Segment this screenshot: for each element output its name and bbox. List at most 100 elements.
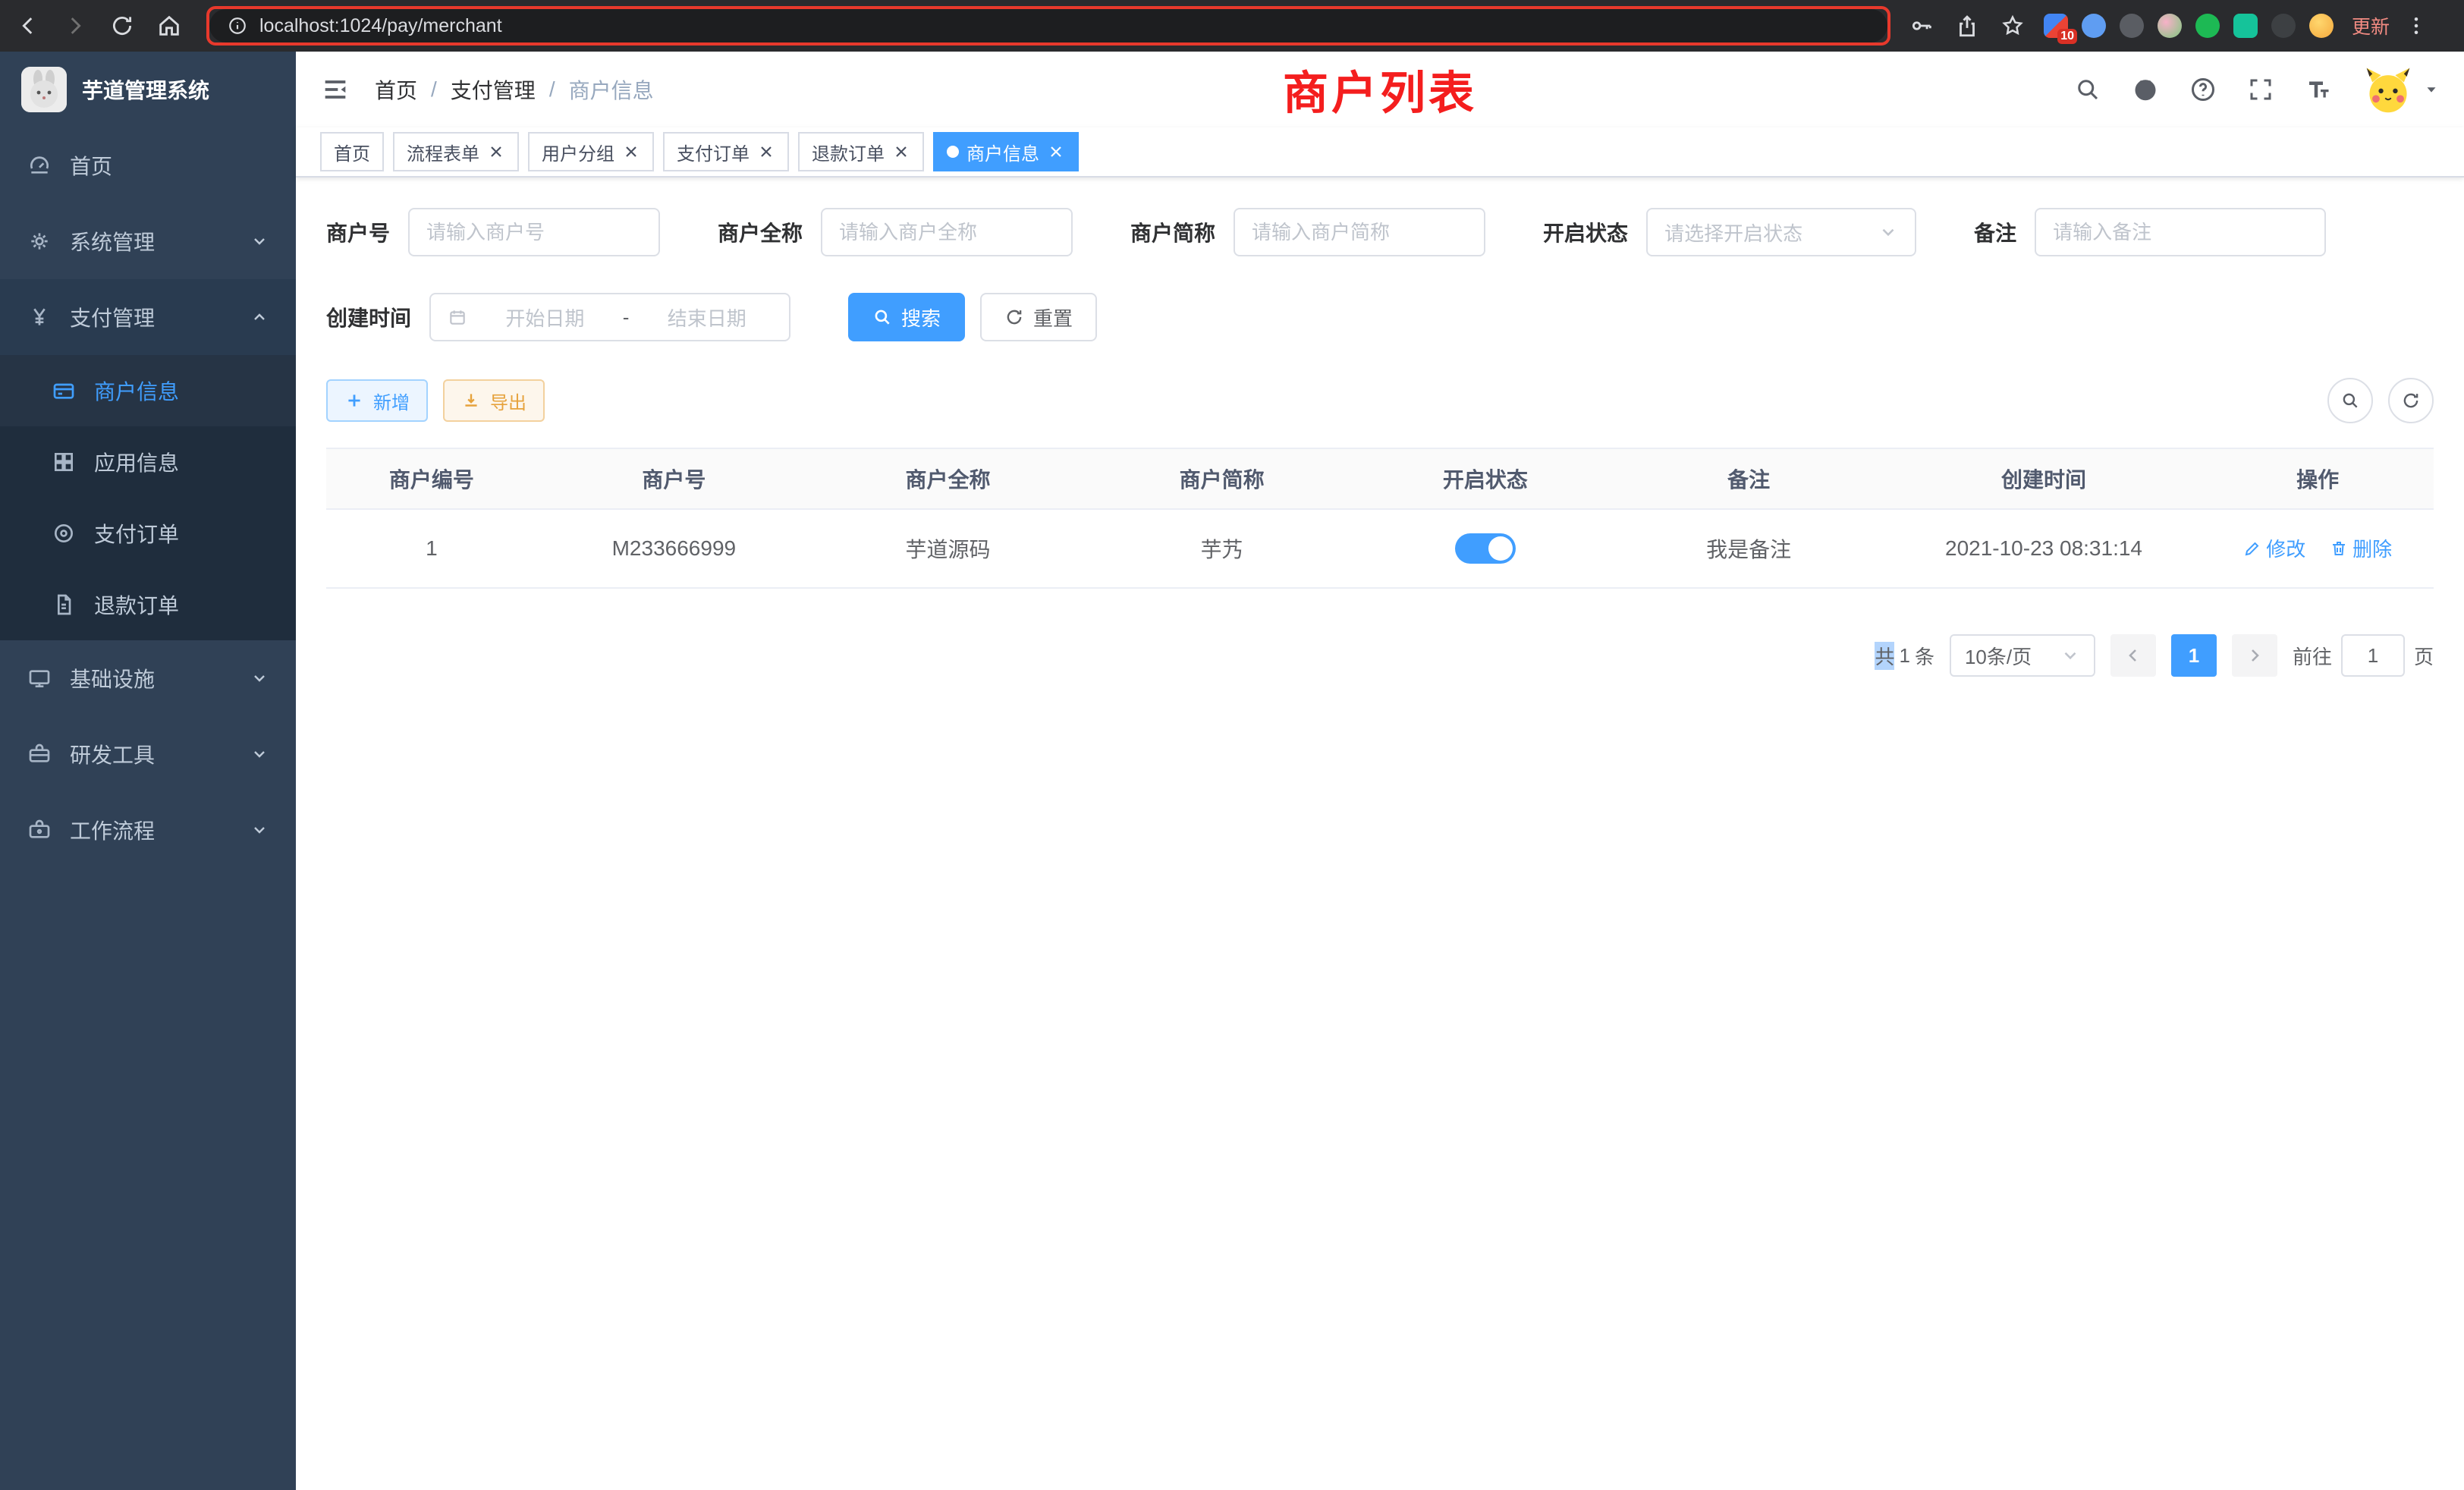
sidebar-item-devtools[interactable]: 研发工具 <box>0 716 296 792</box>
delete-button[interactable]: 删除 <box>2330 534 2392 562</box>
sidebar-item-workflow[interactable]: 工作流程 <box>0 792 296 868</box>
share-icon[interactable] <box>1954 13 1980 39</box>
close-icon[interactable] <box>622 143 640 161</box>
extension-icon[interactable] <box>2082 14 2106 38</box>
breadcrumb-current: 商户信息 <box>569 74 654 105</box>
browser-menu-icon[interactable] <box>2405 14 2428 37</box>
page-size-select[interactable]: 10条/页 <box>1950 634 2095 677</box>
toggle-search-button[interactable] <box>2327 378 2373 423</box>
tab-user-group[interactable]: 用户分组 <box>528 132 654 171</box>
sidebar-item-home[interactable]: 首页 <box>0 127 296 203</box>
sidebar-item-system[interactable]: 系统管理 <box>0 203 296 279</box>
reload-icon[interactable] <box>109 13 135 39</box>
target-icon <box>52 521 76 545</box>
user-avatar[interactable] <box>2362 64 2440 115</box>
sidebar-item-app-info[interactable]: 应用信息 <box>0 426 296 498</box>
breadcrumb-separator: / <box>431 77 437 102</box>
reset-button[interactable]: 重置 <box>980 293 1097 341</box>
sidebar-item-label: 支付管理 <box>70 302 155 332</box>
sidebar-item-refund-order[interactable]: 退款订单 <box>0 569 296 640</box>
github-icon[interactable] <box>2132 76 2159 103</box>
tab-label: 用户分组 <box>542 139 614 165</box>
chevron-down-icon <box>2060 646 2080 665</box>
remark-input[interactable] <box>2053 209 2308 255</box>
close-icon[interactable] <box>487 143 505 161</box>
refresh-table-button[interactable] <box>2388 378 2434 423</box>
tab-refund-order[interactable]: 退款订单 <box>798 132 924 171</box>
credit-card-icon <box>52 379 76 403</box>
home-icon[interactable] <box>156 13 182 39</box>
chevron-down-icon <box>250 669 269 687</box>
next-page-button[interactable] <box>2232 634 2277 677</box>
fullscreen-icon[interactable] <box>2247 76 2274 103</box>
prev-page-button[interactable] <box>2110 634 2156 677</box>
help-icon[interactable] <box>2189 76 2217 103</box>
trash-icon <box>2330 539 2348 558</box>
tab-pay-order[interactable]: 支付订单 <box>663 132 789 171</box>
tab-label: 商户信息 <box>966 139 1039 165</box>
edit-button[interactable]: 修改 <box>2243 534 2305 562</box>
full-name-label: 商户全称 <box>718 217 803 247</box>
page-size-value: 10条/页 <box>1965 642 2032 670</box>
close-icon[interactable] <box>757 143 775 161</box>
tab-merchant-info[interactable]: 商户信息 <box>933 132 1079 171</box>
back-icon[interactable] <box>15 13 41 39</box>
yen-icon <box>27 305 52 329</box>
short-name-input[interactable] <box>1252 209 1467 255</box>
extension-icon[interactable] <box>2233 14 2258 38</box>
sidebar-item-infra[interactable]: 基础设施 <box>0 640 296 716</box>
chevron-left-icon <box>2124 646 2142 665</box>
search-button[interactable]: 搜索 <box>848 293 965 341</box>
goto-page-input[interactable] <box>2341 634 2405 677</box>
font-size-icon[interactable] <box>2305 76 2332 103</box>
active-dot <box>947 146 959 158</box>
cell-full-name: 芋道源码 <box>811 509 1085 588</box>
cell-short-name: 芋艿 <box>1085 509 1359 588</box>
sidebar-item-pay-order[interactable]: 支付订单 <box>0 498 296 569</box>
extension-icon[interactable] <box>2271 14 2296 38</box>
chevron-up-icon <box>250 308 269 326</box>
tags-view: 首页 流程表单 用户分组 支付订单 退款订单 <box>296 127 2464 178</box>
search-icon[interactable] <box>2074 76 2101 103</box>
sidebar-item-label: 首页 <box>70 150 112 181</box>
close-icon[interactable] <box>1047 143 1065 161</box>
address-bar[interactable]: localhost:1024/pay/merchant <box>209 9 1887 42</box>
dashboard-icon <box>27 153 52 178</box>
app-logo[interactable]: 芋道管理系统 <box>0 52 296 127</box>
breadcrumb-home[interactable]: 首页 <box>375 74 417 105</box>
extension-icon[interactable] <box>2195 14 2220 38</box>
bookmark-star-icon[interactable] <box>2000 13 2026 39</box>
profile-avatar-icon[interactable] <box>2309 14 2334 38</box>
extension-icon[interactable] <box>2158 14 2182 38</box>
pagination-total: 共 1 条 <box>1875 642 1934 670</box>
plus-icon <box>344 391 364 410</box>
password-key-icon[interactable] <box>1909 13 1934 39</box>
extension-icon[interactable] <box>2120 14 2144 38</box>
export-button[interactable]: 导出 <box>443 379 545 422</box>
tab-home[interactable]: 首页 <box>320 132 384 171</box>
close-icon[interactable] <box>892 143 910 161</box>
extension-icon[interactable]: 10 <box>2044 14 2068 38</box>
chevron-down-icon <box>250 745 269 763</box>
tab-process-form[interactable]: 流程表单 <box>393 132 519 171</box>
status-toggle[interactable] <box>1455 533 1516 564</box>
forward-icon[interactable] <box>62 13 88 39</box>
hamburger-icon[interactable] <box>320 74 350 105</box>
sidebar-item-merchant-info[interactable]: 商户信息 <box>0 355 296 426</box>
status-select[interactable]: 请选择开启状态 <box>1646 208 1916 256</box>
site-info-icon[interactable] <box>228 16 247 36</box>
breadcrumb-payment[interactable]: 支付管理 <box>451 74 536 105</box>
sidebar-item-label: 研发工具 <box>70 739 155 769</box>
sidebar-item-label: 基础设施 <box>70 663 155 693</box>
add-button[interactable]: 新增 <box>326 379 428 422</box>
merchant-no-input[interactable] <box>426 209 642 255</box>
page-number-button[interactable]: 1 <box>2171 634 2217 677</box>
pikachu-avatar-icon <box>2362 64 2414 115</box>
chrome-update-button[interactable]: 更新 <box>2352 12 2390 39</box>
date-range-picker[interactable]: 开始日期 - 结束日期 <box>429 293 790 341</box>
grid-icon <box>52 450 76 474</box>
export-button-label: 导出 <box>490 388 526 414</box>
breadcrumb: 首页 / 支付管理 / 商户信息 <box>375 74 654 105</box>
full-name-input[interactable] <box>839 209 1054 255</box>
sidebar-item-payment[interactable]: 支付管理 <box>0 279 296 355</box>
